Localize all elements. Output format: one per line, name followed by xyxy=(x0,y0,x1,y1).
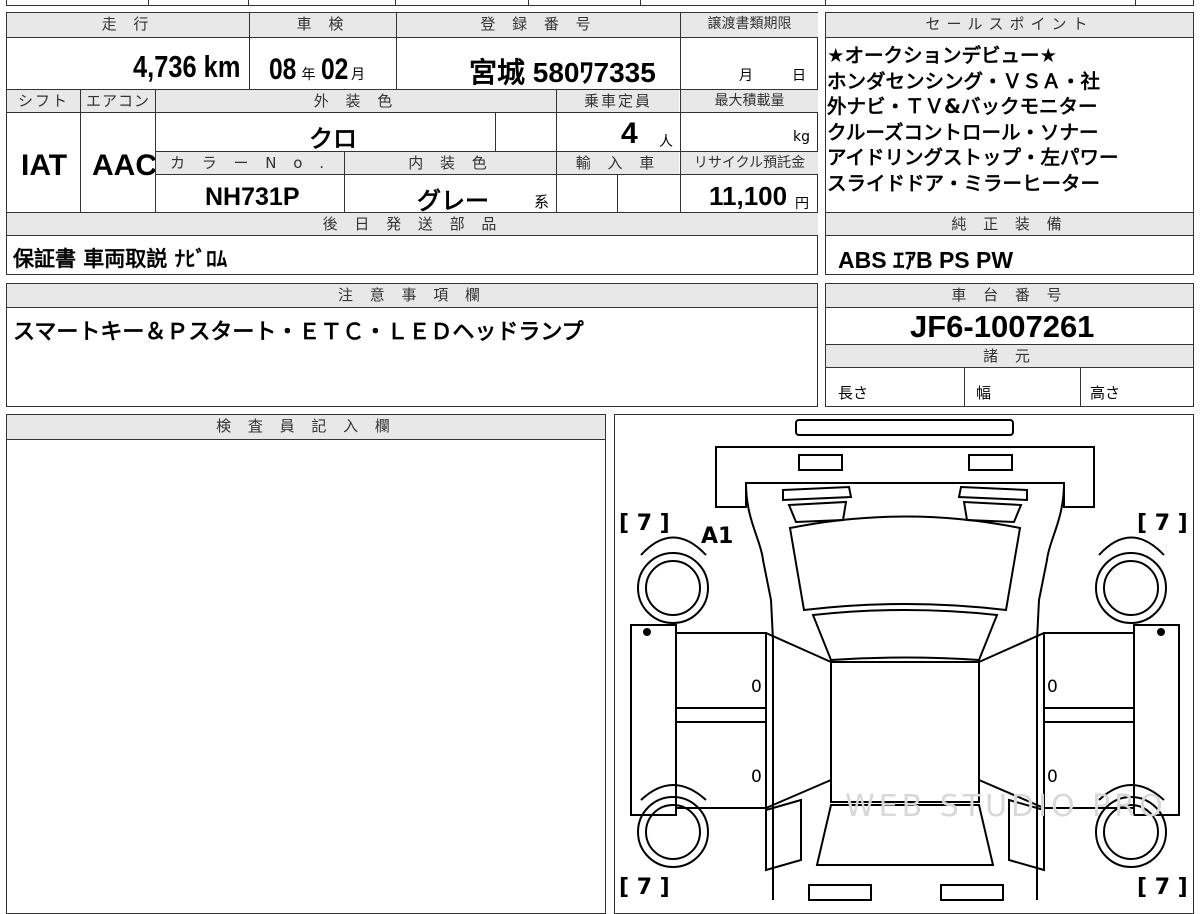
dimensions-label: 諸 元 xyxy=(826,345,1193,367)
capacity-unit: 人 xyxy=(659,134,673,150)
height-label: 高さ xyxy=(1090,384,1121,402)
length-label: 長さ xyxy=(838,384,869,402)
notes-box: 注 意 事 項 欄 スマートキー＆Ｐスタート・ＥＴＣ・ＬＥＤヘッドランプ xyxy=(6,283,818,407)
door-rear-right-score: 0 xyxy=(1047,767,1058,787)
genuine-equipment-label: 純 正 装 備 xyxy=(826,213,1193,235)
later-parts-value: 保証書 車両取説 ﾅﾋﾞﾛﾑ xyxy=(13,247,228,271)
vehicle-info-table: 走 行 車 検 登 録 番 号 譲渡書類期限 4,736 km 08 年 02 … xyxy=(6,12,818,275)
sales-point-line: 外ナビ・ＴＶ&バックモニター xyxy=(827,95,1098,118)
top-strip xyxy=(0,0,1200,6)
sales-point-line: クルーズコントロール・ソナー xyxy=(827,120,1099,144)
transfer-deadline-label: 譲渡書類期限 xyxy=(681,13,818,37)
sales-point-line: スライドドア・ミラーヒーター xyxy=(827,171,1101,195)
vehicle-diagram-box: [ 7 ] [ 7 ] [ 7 ] [ 7 ] A1 0 0 0 0 WEB S… xyxy=(614,414,1194,914)
sales-points-label: セールスポイント xyxy=(826,13,1193,37)
tire-front-left-score: [ 7 ] xyxy=(619,511,670,536)
interior-color-label: 内 装 色 xyxy=(345,152,556,174)
door-rear-left-score: 0 xyxy=(751,767,762,787)
notes-value: スマートキー＆Ｐスタート・ＥＴＣ・ＬＥＤヘッドランプ xyxy=(13,320,584,345)
recycle-label: リサイクル預託金 xyxy=(681,152,818,174)
genuine-equipment-value: ABS ｴｱB PS PW xyxy=(838,247,1014,273)
max-load-unit: kg xyxy=(793,129,810,145)
capacity-value: 4 xyxy=(621,117,638,150)
tire-rear-right-score: [ 7 ] xyxy=(1137,875,1188,900)
max-load-label: 最大積載量 xyxy=(681,90,818,112)
import-label: 輸 入 車 xyxy=(557,152,679,174)
chassis-box: 車 台 番 号 JF6-1007261 諸 元 長さ 幅 高さ xyxy=(825,283,1194,407)
interior-color-suffix: 系 xyxy=(534,193,550,211)
shift-label: シフト xyxy=(7,90,80,112)
damage-mark: A1 xyxy=(701,524,734,549)
interior-color-value: グレー xyxy=(417,188,489,215)
inspector-label: 検 査 員 記 入 欄 xyxy=(7,415,605,439)
sales-point-line: ホンダセンシング・ＶＳＡ・社 xyxy=(827,69,1101,93)
inspection-date: 08 年 02 月 xyxy=(269,53,366,86)
watermark: WEB STUDIO PRO xyxy=(845,789,1167,824)
door-front-right-score: 0 xyxy=(1047,677,1058,697)
transfer-month-unit: 月 xyxy=(739,68,753,84)
registration-label: 登 録 番 号 xyxy=(397,13,680,37)
ac-label: エアコン xyxy=(81,90,155,112)
width-label: 幅 xyxy=(976,384,992,402)
ac-value: AAC xyxy=(92,149,157,182)
later-parts-label: 後 日 発 送 部 品 xyxy=(7,213,818,235)
mileage-value: 4,736 km xyxy=(133,49,241,84)
color-no-label: カ ラ ー N o . xyxy=(156,152,344,174)
sales-point-line: アイドリングストップ・左パワー xyxy=(827,146,1119,169)
shift-value: IAT xyxy=(21,149,68,182)
transfer-day-unit: 日 xyxy=(792,68,806,84)
sales-points-list: ★オークションデビュー★ ホンダセンシング・ＶＳＡ・社 外ナビ・ＴＶ&バックモニ… xyxy=(827,43,1193,196)
sales-points-box: セールスポイント ★オークションデビュー★ ホンダセンシング・ＶＳＡ・社 外ナビ… xyxy=(825,12,1194,275)
chassis-value: JF6-1007261 xyxy=(910,309,1095,344)
inspection-label: 車 検 xyxy=(250,13,396,37)
mileage-label: 走 行 xyxy=(7,13,249,37)
door-front-left-score: 0 xyxy=(751,677,762,697)
color-no-value: NH731P xyxy=(205,183,300,211)
vehicle-diagram xyxy=(630,419,1180,901)
capacity-label: 乗車定員 xyxy=(557,90,679,112)
sales-point-line: ★オークションデビュー★ xyxy=(827,44,1057,67)
tire-rear-left-score: [ 7 ] xyxy=(619,875,670,900)
inspector-box: 検 査 員 記 入 欄 xyxy=(6,414,606,914)
tire-front-right-score: [ 7 ] xyxy=(1137,511,1188,536)
chassis-label: 車 台 番 号 xyxy=(826,284,1193,307)
registration-value: 宮城 580ﾜ7335 xyxy=(469,57,656,88)
exterior-color-label: 外 装 色 xyxy=(156,90,556,112)
recycle-value: 11,100 xyxy=(709,181,788,211)
exterior-color-value: クロ xyxy=(309,126,357,153)
notes-label: 注 意 事 項 欄 xyxy=(7,284,817,307)
recycle-unit: 円 xyxy=(795,196,809,212)
